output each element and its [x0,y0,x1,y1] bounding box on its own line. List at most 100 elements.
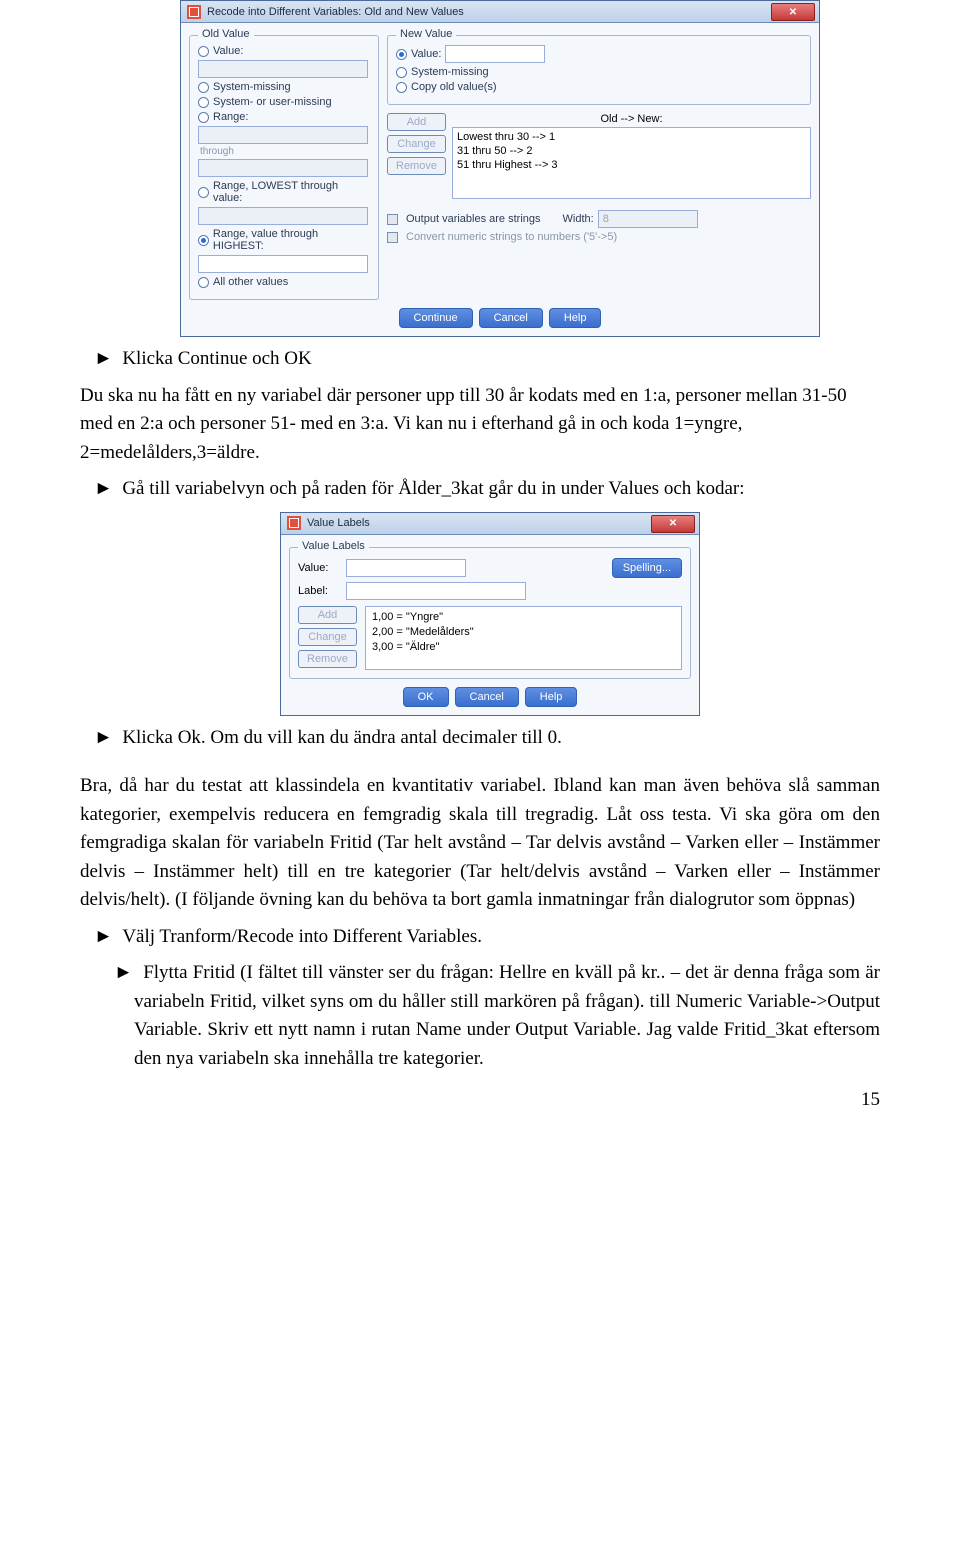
ok-button[interactable]: OK [403,687,449,707]
close-button[interactable]: ✕ [651,515,695,533]
mapping-row[interactable]: 31 thru 50 --> 2 [457,144,806,158]
add-button[interactable]: Add [387,113,446,131]
range-lowest-label: Range, LOWEST through value: [213,180,370,204]
close-icon: ✕ [669,518,677,529]
old-sysusermiss-radio[interactable]: System- or user-missing [198,96,370,108]
close-button[interactable]: ✕ [771,3,815,21]
radio-selected-icon [396,49,407,60]
body-text: Flytta Fritid (I fältet till vänster ser… [134,962,880,1069]
help-button[interactable]: Help [549,308,602,328]
value-label: Value: [213,45,243,57]
old-allother-radio[interactable]: All other values [198,276,370,288]
new-value-input[interactable] [445,45,545,63]
output-strings-check[interactable]: Output variables are strings Width: [387,210,811,228]
radio-icon [198,82,209,93]
vl-value-label: Value: [298,562,338,574]
vl-change-button[interactable]: Change [298,628,357,646]
spelling-button[interactable]: Spelling... [612,558,682,578]
radio-icon [396,82,407,93]
page-number: 15 [0,1089,880,1111]
app-icon [286,515,302,531]
range-to-input [198,159,368,177]
old-range-radio[interactable]: Range: [198,111,370,123]
vl-entry[interactable]: 3,00 = "Äldre" [372,640,675,655]
help-button[interactable]: Help [525,687,578,707]
mapping-row[interactable]: 51 thru Highest --> 3 [457,158,806,172]
recode-dialog: Recode into Different Variables: Old and… [180,0,820,337]
convert-numeric-label: Convert numeric strings to numbers ('5'-… [406,231,617,243]
vl-entry[interactable]: 2,00 = "Medelålders" [372,625,675,640]
vl-listbox[interactable]: 1,00 = "Yngre" 2,00 = "Medelålders" 3,00… [365,606,682,670]
change-button[interactable]: Change [387,135,446,153]
mapping-listbox[interactable]: Lowest thru 30 --> 1 31 thru 50 --> 2 51… [452,127,811,199]
range-highest-label: Range, value through HIGHEST: [213,228,370,252]
radio-selected-icon [198,235,209,246]
range-from-input [198,126,368,144]
body-text: Klicka Ok. Om du vill kan du ändra antal… [122,727,562,748]
convert-numeric-check: Convert numeric strings to numbers ('5'-… [387,231,811,243]
new-copy-radio[interactable]: Copy old value(s) [396,81,802,93]
checkbox-icon [387,232,398,243]
output-strings-label: Output variables are strings [406,213,541,225]
new-sysmiss-label: System-missing [411,66,489,78]
body-text: Klicka Continue och OK [122,348,311,369]
old-new-heading: Old --> New: [452,113,811,125]
vl-label-label: Label: [298,585,338,597]
recode-title: Recode into Different Variables: Old and… [207,6,464,18]
vl-remove-button[interactable]: Remove [298,650,357,668]
new-value-label: Value: [411,48,441,60]
vl-value-input[interactable] [346,559,466,577]
body-bullet: ► Flytta Fritid (I fältet till vänster s… [134,959,880,1073]
body-paragraph: Bra, då har du testat att klassindela en… [80,772,880,915]
value-labels-dialog: Value Labels ✕ Value Labels Value: Spell… [280,512,700,716]
old-sysmiss-radio[interactable]: System-missing [198,81,370,93]
vl-title: Value Labels [307,517,370,529]
old-value-radio[interactable]: Value: [198,45,370,57]
old-range-highest-radio[interactable]: Range, value through HIGHEST: [198,228,370,252]
radio-icon [198,112,209,123]
width-label: Width: [563,213,594,225]
body-bullet: ► Välj Tranform/Recode into Different Va… [114,923,880,952]
through-label: through [200,146,370,157]
close-icon: ✕ [789,7,797,18]
remove-button[interactable]: Remove [387,157,446,175]
radio-icon [198,97,209,108]
range-label: Range: [213,111,248,123]
old-value-group: Old Value Value: System-missing System- … [189,35,379,300]
radio-icon [198,46,209,57]
width-input [598,210,698,228]
cancel-button[interactable]: Cancel [455,687,519,707]
body-bullet: ► Gå till variabelvyn och på raden för Å… [114,475,880,504]
vl-label-input[interactable] [346,582,526,600]
new-value-radio[interactable]: Value: [396,45,802,63]
vl-entry[interactable]: 1,00 = "Yngre" [372,610,675,625]
checkbox-icon [387,214,398,225]
vl-add-button[interactable]: Add [298,606,357,624]
app-icon [186,4,202,20]
range-highest-input[interactable] [198,255,368,273]
vl-legend: Value Labels [298,540,369,552]
old-value-input [198,60,368,78]
old-range-lowest-radio[interactable]: Range, LOWEST through value: [198,180,370,204]
recode-titlebar[interactable]: Recode into Different Variables: Old and… [181,1,819,23]
body-bullet: ► Klicka Continue och OK [114,345,880,374]
radio-icon [198,187,209,198]
body-text: Välj Tranform/Recode into Different Vari… [122,926,482,947]
system-missing-label: System-missing [213,81,291,93]
vl-titlebar[interactable]: Value Labels ✕ [281,513,699,535]
new-value-legend: New Value [396,28,456,40]
cancel-button[interactable]: Cancel [479,308,543,328]
system-user-missing-label: System- or user-missing [213,96,332,108]
new-copy-label: Copy old value(s) [411,81,497,93]
body-bullet: ► Klicka Ok. Om du vill kan du ändra ant… [114,724,880,753]
mapping-row[interactable]: Lowest thru 30 --> 1 [457,130,806,144]
new-sysmiss-radio[interactable]: System-missing [396,66,802,78]
continue-button[interactable]: Continue [399,308,473,328]
body-text: Gå till variabelvyn och på raden för Åld… [122,478,744,499]
radio-icon [396,67,407,78]
radio-icon [198,277,209,288]
range-lowest-input [198,207,368,225]
all-other-label: All other values [213,276,288,288]
vl-group: Value Labels Value: Spelling... Label: A… [289,547,691,679]
old-value-legend: Old Value [198,28,254,40]
